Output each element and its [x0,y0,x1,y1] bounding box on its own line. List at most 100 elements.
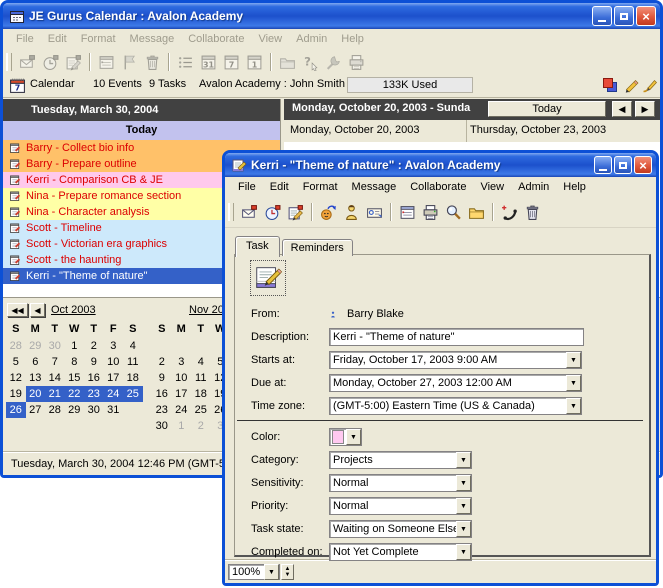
close-button[interactable]: × [636,6,656,26]
dropdown-arrow-icon[interactable]: ▼ [456,475,471,491]
day-cell[interactable]: 24 [172,402,192,418]
day-cell[interactable]: 9 [84,354,104,370]
day-cell[interactable]: 17 [104,370,124,386]
day-cell[interactable]: 2 [191,418,211,434]
minimize-button[interactable] [592,6,612,26]
dropdown-arrow-icon[interactable]: ▼ [566,398,581,414]
day-cell[interactable]: 6 [26,354,46,370]
dialog-maximize-button[interactable] [614,156,632,174]
day-cell[interactable]: 10 [104,354,124,370]
day-cell[interactable]: 3 [172,354,192,370]
day-cell[interactable]: 16 [84,370,104,386]
month-title-link-october[interactable]: Oct 2003 [51,304,96,316]
day-cell[interactable]: 27 [26,402,46,418]
dialog-toolbar-new-event-button[interactable] [238,201,261,224]
today-button[interactable]: Today [488,101,606,117]
day-cell[interactable]: 2 [152,354,172,370]
day-cell[interactable]: 4 [123,338,143,354]
dialog-toolbar-folder-button[interactable] [465,201,488,224]
maximize-button[interactable] [614,6,634,26]
day-cell[interactable]: 10 [172,370,192,386]
dropdown-arrow-icon[interactable]: ▼ [346,429,361,445]
day-cell[interactable]: 2 [84,338,104,354]
day-cell[interactable]: 5 [6,354,26,370]
dialog-menu-admin[interactable]: Admin [511,179,556,195]
dialog-toolbar-print-button[interactable] [419,201,442,224]
day-cell-selected[interactable]: 24 [104,386,124,402]
day-cell-selected[interactable]: 25 [123,386,143,402]
layers-icon[interactable] [601,77,618,94]
day-cell[interactable]: 30 [84,402,104,418]
dropdown-arrow-icon[interactable]: ▼ [456,498,471,514]
dialog-menu-collaborate[interactable]: Collaborate [403,179,473,195]
dropdown-arrow-icon[interactable]: ▼ [456,521,471,537]
day-cell[interactable]: 19 [6,386,26,402]
prev-day-button[interactable]: ◀ [612,101,632,117]
day-cell[interactable]: 18 [191,386,211,402]
day-cell[interactable]: 11 [191,370,211,386]
dialog-menu-edit[interactable]: Edit [263,179,296,195]
color-select[interactable]: ▼ [329,428,362,446]
day-cell[interactable]: 30 [45,338,65,354]
day-cell[interactable]: 1 [65,338,85,354]
day-cell-selected[interactable]: 20 [26,386,46,402]
day-cell[interactable]: 28 [45,402,65,418]
day-cell[interactable]: 11 [123,354,143,370]
day-cell[interactable]: 23 [152,402,172,418]
dialog-menu-file[interactable]: File [231,179,263,195]
toolbar-gripper[interactable] [228,203,234,221]
day-cell-selected[interactable]: 22 [65,386,85,402]
tab-reminders[interactable]: Reminders [282,239,353,256]
day-cell[interactable]: 13 [26,370,46,386]
dropdown-arrow-icon[interactable]: ▼ [566,375,581,391]
task-state-select[interactable]: Waiting on Someone Else▼ [329,520,472,538]
completed-on-select[interactable]: Not Yet Complete▼ [329,543,472,561]
dialog-menu-message[interactable]: Message [345,179,404,195]
time-zone-select[interactable]: (GMT-5:00) Eastern Time (US & Canada)▼ [329,397,582,415]
signature-pen-icon[interactable] [641,77,658,94]
next-day-button[interactable]: ▶ [635,101,655,117]
dialog-toolbar-person-button[interactable] [340,201,363,224]
priority-select[interactable]: Normal▼ [329,497,472,515]
day-cell[interactable]: 28 [6,338,26,354]
dialog-close-button[interactable]: × [634,156,652,174]
day-cell[interactable]: 1 [172,418,192,434]
dialog-toolbar-search-button[interactable] [442,201,465,224]
day-cell[interactable]: 9 [152,370,172,386]
pencil-icon[interactable] [622,77,639,94]
day-cell[interactable]: 18 [123,370,143,386]
day-cell[interactable]: 4 [191,354,211,370]
description-input[interactable]: Kerri - "Theme of nature" [329,328,584,346]
dialog-toolbar-business-card-button[interactable] [363,201,386,224]
day-cell[interactable]: 8 [65,354,85,370]
dropdown-arrow-icon[interactable]: ▼ [456,452,471,468]
dialog-toolbar-calendar-note-button[interactable] [396,201,419,224]
day-cell[interactable]: 29 [65,402,85,418]
day-cell-selected[interactable]: 23 [84,386,104,402]
day-cell[interactable]: 12 [6,370,26,386]
day-cell[interactable]: 7 [45,354,65,370]
dropdown-arrow-icon[interactable]: ▼ [566,352,581,368]
main-titlebar[interactable]: JE Gurus Calendar : Avalon Academy × [3,3,660,29]
dialog-toolbar-phone-add-button[interactable] [498,201,521,224]
dialog-toolbar-delete-button[interactable] [521,201,544,224]
sensitivity-select[interactable]: Normal▼ [329,474,472,492]
prev-year-button[interactable]: ◀◀ [7,303,28,317]
zoom-select[interactable]: 100% ▼ [228,564,280,580]
dialog-menu-view[interactable]: View [473,179,511,195]
day-cell[interactable]: 15 [65,370,85,386]
zoom-spinner[interactable]: ▲▼ [281,564,294,580]
dialog-titlebar[interactable]: Kerri - "Theme of nature" : Avalon Acade… [225,153,656,177]
category-select[interactable]: Projects▼ [329,451,472,469]
dialog-minimize-button[interactable] [594,156,612,174]
day-cell[interactable]: 16 [152,386,172,402]
toolbar-gripper[interactable] [6,53,12,71]
day-cell[interactable]: 31 [104,402,124,418]
day-cell[interactable]: 29 [26,338,46,354]
dialog-toolbar-forward-person-button[interactable] [317,201,340,224]
day-cell-selected[interactable]: 21 [45,386,65,402]
dropdown-arrow-icon[interactable]: ▼ [456,544,471,560]
dialog-menu-format[interactable]: Format [296,179,345,195]
starts-at-select[interactable]: Friday, October 17, 2003 9:00 AM▼ [329,351,582,369]
tab-task[interactable]: Task [235,236,280,257]
